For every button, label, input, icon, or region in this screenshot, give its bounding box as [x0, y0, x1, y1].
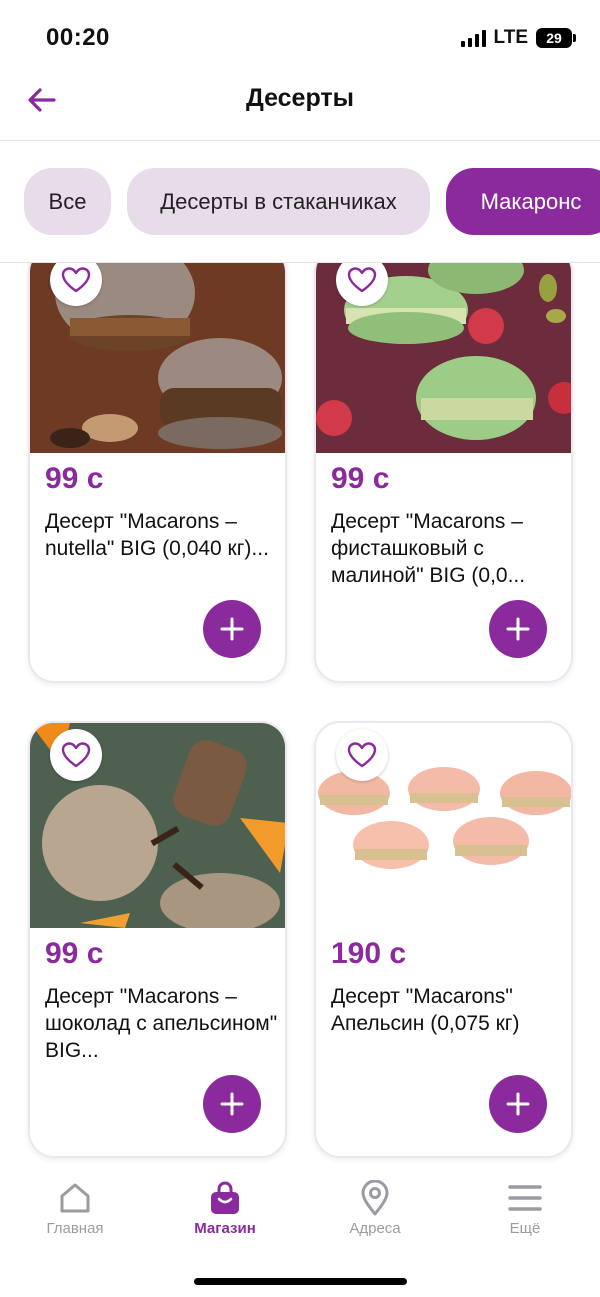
favorite-button[interactable] [50, 729, 102, 781]
product-image [30, 723, 285, 928]
plus-icon [220, 617, 244, 641]
tab-label: Главная [46, 1220, 104, 1237]
menu-icon [508, 1185, 542, 1211]
tab-label: Адреса [349, 1220, 401, 1237]
category-filter-bar: Все Десерты в стаканчиках Макаронс [0, 141, 600, 263]
home-icon [60, 1183, 90, 1213]
battery-icon: 29 [536, 28, 576, 48]
heart-icon [61, 742, 91, 768]
tab-home[interactable]: Главная [0, 1180, 150, 1237]
add-to-cart-button[interactable] [489, 600, 547, 658]
battery-level: 29 [546, 30, 562, 46]
tab-label: Ещё [509, 1220, 541, 1237]
plus-icon [506, 1092, 530, 1116]
plus-icon [506, 617, 530, 641]
shopping-bag-icon [211, 1181, 239, 1214]
favorite-button[interactable] [336, 729, 388, 781]
product-card[interactable]: 99 с Десерт "Macarons – фисташковый с ма… [314, 263, 573, 683]
product-name: Десерт "Macarons – nutella" BIG (0,040 к… [45, 510, 269, 560]
product-card[interactable]: 99 с Десерт "Macarons – шоколад с апельс… [28, 721, 287, 1158]
home-indicator [194, 1278, 407, 1285]
category-chip-macarons[interactable]: Макаронс [446, 168, 600, 235]
product-grid: 99 с Десерт "Macarons – nutella" BIG (0,… [0, 263, 600, 1170]
product-image [316, 723, 571, 928]
location-pin-icon [361, 1180, 389, 1216]
tab-label: Магазин [194, 1220, 256, 1237]
product-image [316, 263, 571, 453]
add-to-cart-button[interactable] [489, 1075, 547, 1133]
add-to-cart-button[interactable] [203, 1075, 261, 1133]
product-price: 99 с [331, 462, 390, 495]
product-price: 99 с [45, 462, 104, 495]
product-card[interactable]: 99 с Десерт "Macarons – nutella" BIG (0,… [28, 263, 287, 683]
heart-icon [61, 267, 91, 293]
product-name: Десерт "Macarons – шоколад с апельсином"… [45, 985, 278, 1062]
product-card[interactable]: 190 с Десерт "Macarons" Апельсин (0,075 … [314, 721, 573, 1158]
heart-icon [347, 267, 377, 293]
category-chip-cups[interactable]: Десерты в стаканчиках [127, 168, 430, 235]
status-time: 00:20 [46, 24, 110, 51]
page-title: Десерты [245, 84, 355, 112]
header: Десерты [0, 76, 600, 141]
product-image [30, 263, 285, 453]
plus-icon [220, 1092, 244, 1116]
status-bar: 00:20 LTE 29 [0, 0, 600, 76]
product-name: Десерт "Macarons" Апельсин (0,075 кг) [331, 985, 520, 1035]
product-price: 190 с [331, 937, 407, 970]
heart-icon [347, 742, 377, 768]
signal-icon [460, 29, 486, 47]
category-chip-all[interactable]: Все [24, 168, 111, 235]
product-name: Десерт "Macarons – фисташковый с малиной… [331, 510, 526, 587]
product-price: 99 с [45, 937, 104, 970]
tab-more[interactable]: Ещё [450, 1180, 600, 1237]
tab-addresses[interactable]: Адреса [300, 1180, 450, 1237]
add-to-cart-button[interactable] [203, 600, 261, 658]
tab-shop[interactable]: Магазин [150, 1180, 300, 1237]
network-type: LTE [493, 27, 528, 48]
status-indicators: LTE 29 [460, 27, 576, 49]
